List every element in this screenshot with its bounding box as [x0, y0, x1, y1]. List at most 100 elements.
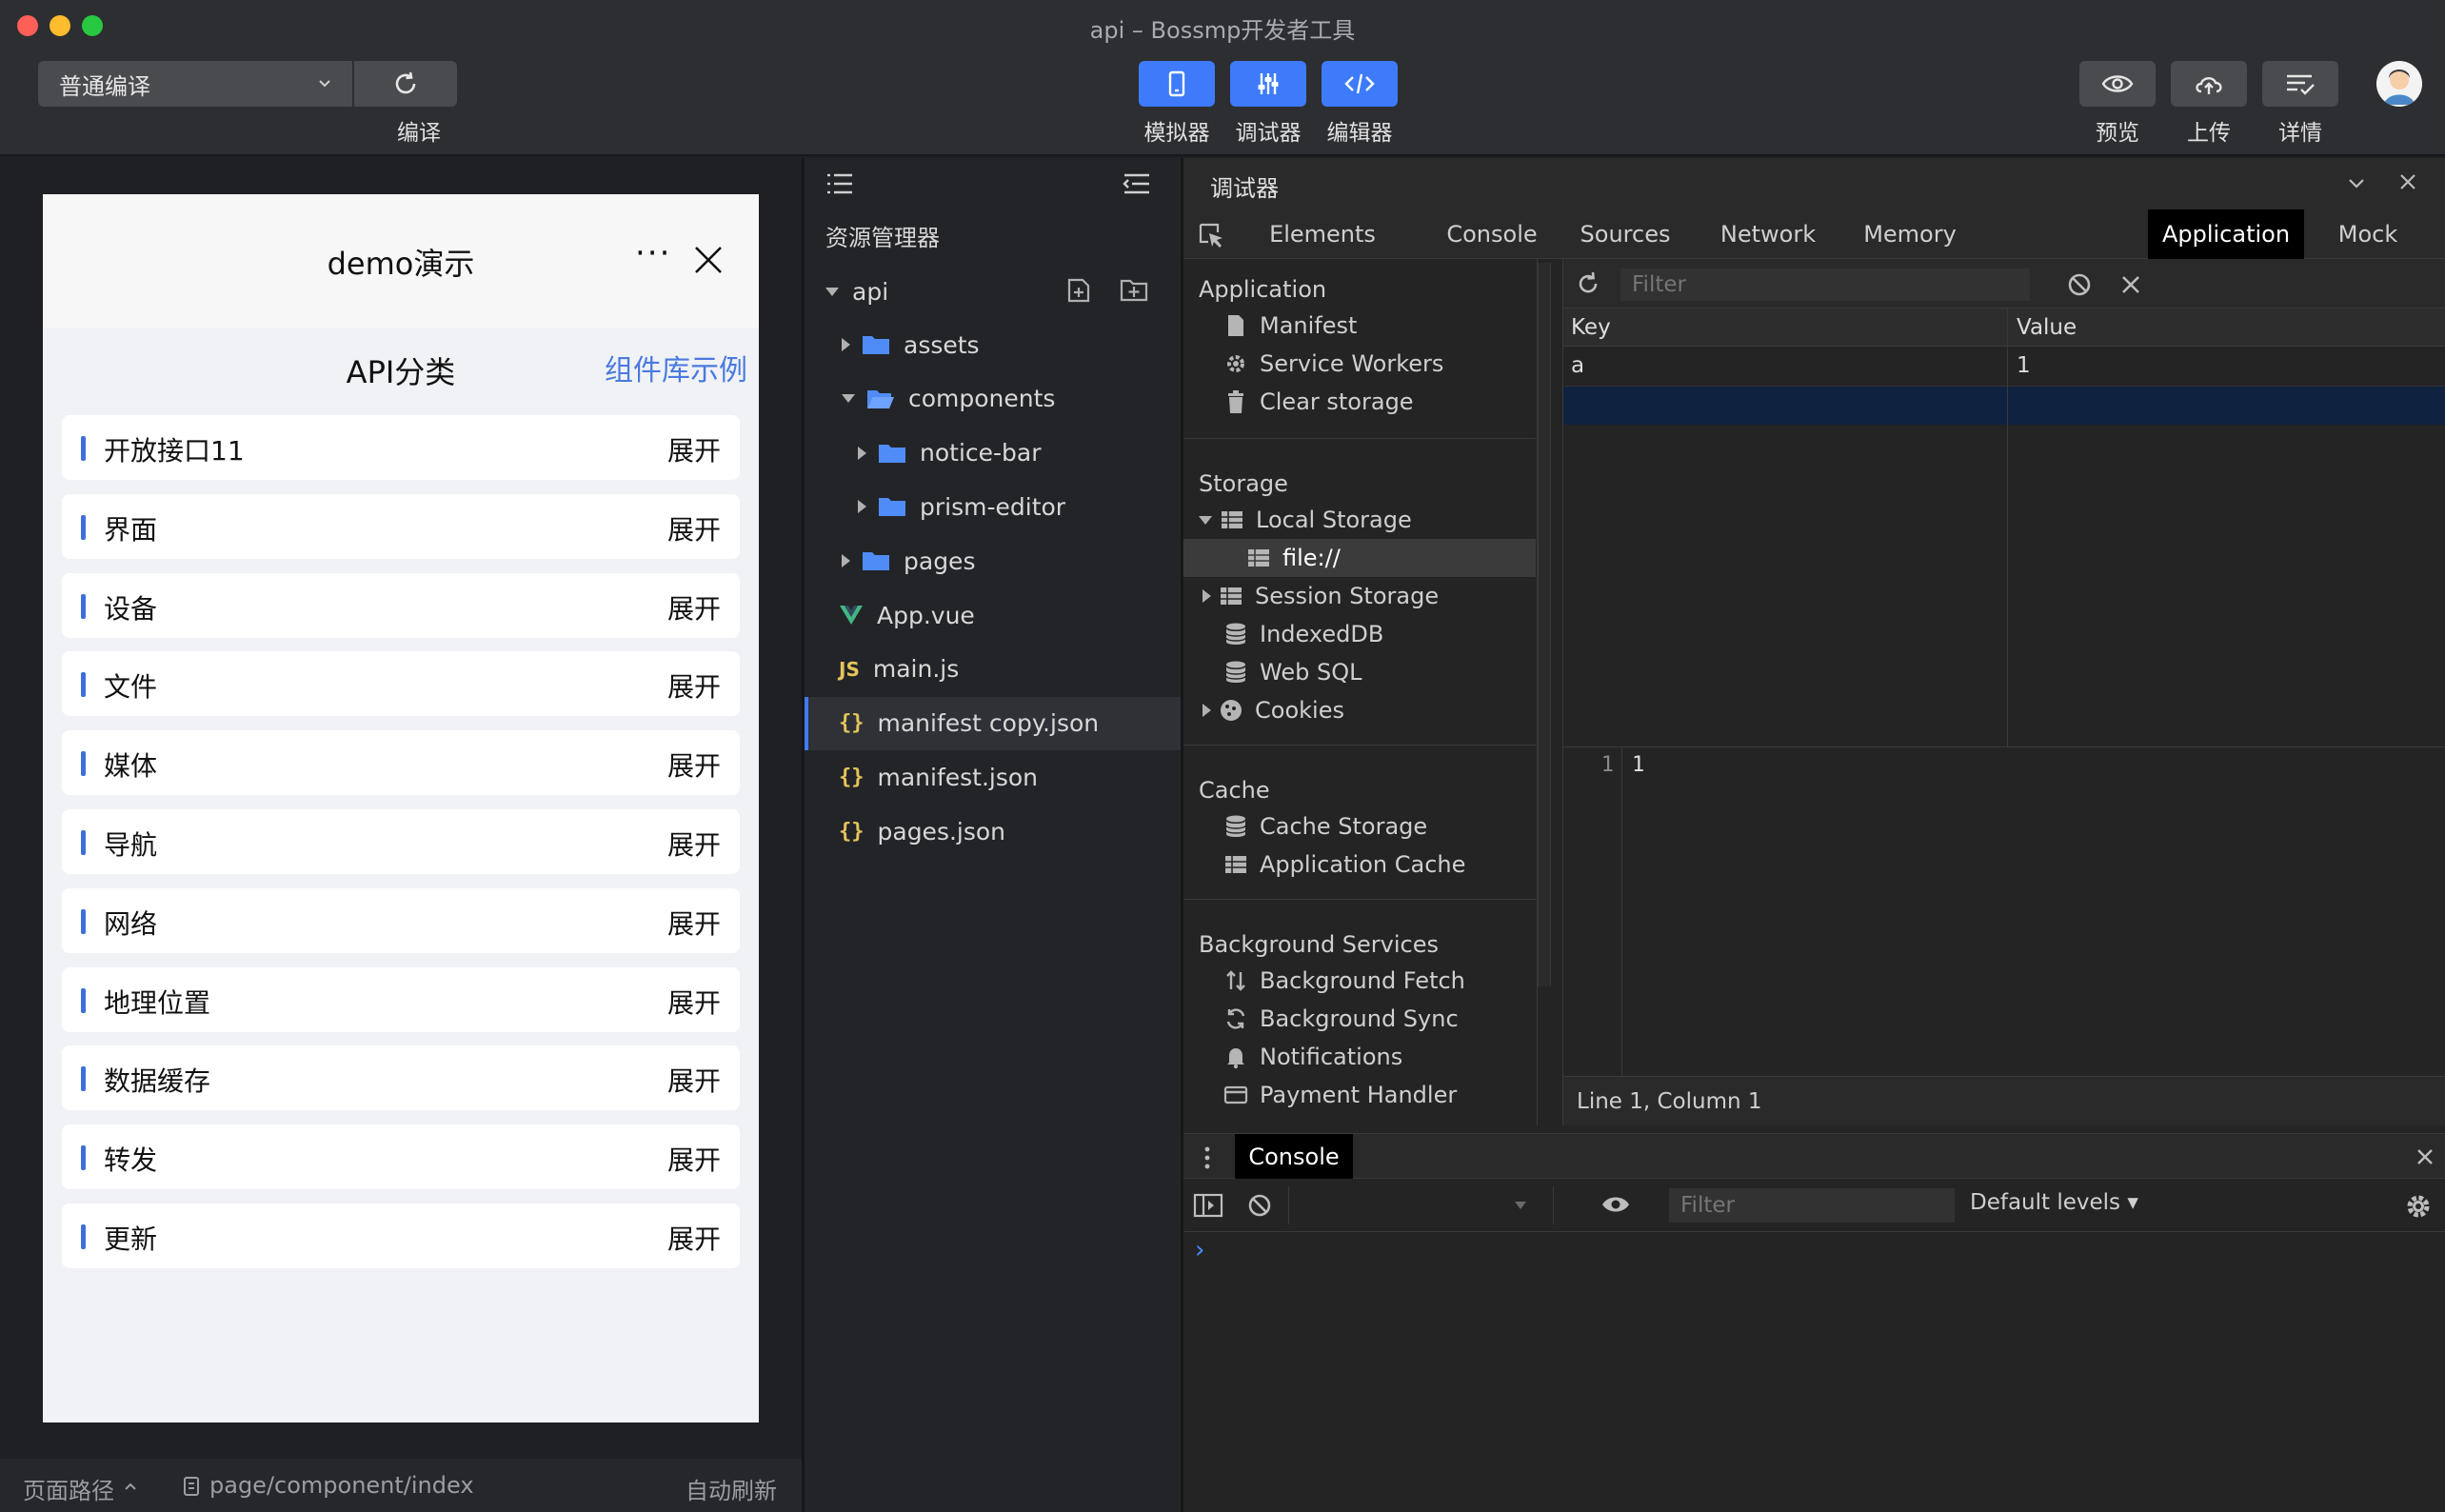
- preview-button[interactable]: [2079, 61, 2156, 107]
- api-category-row[interactable]: 地理位置 展开: [62, 966, 740, 1032]
- nav-indexeddb[interactable]: IndexedDB: [1183, 615, 1536, 653]
- delete-selected-icon[interactable]: [2119, 273, 2142, 296]
- close-icon[interactable]: [2415, 1147, 2435, 1166]
- tree-folder[interactable]: prism-editor: [805, 480, 1183, 533]
- tab-network[interactable]: Network: [1716, 209, 1820, 259]
- tree-file[interactable]: {} pages.json: [805, 805, 1183, 858]
- sidebar-scrollbar[interactable]: [1538, 263, 1551, 986]
- tree-file[interactable]: {} manifest copy.json: [805, 696, 1183, 750]
- tree-file[interactable]: App.vue: [805, 588, 1183, 642]
- caret-down-icon: [842, 394, 855, 404]
- component-library-link[interactable]: 组件库示例: [605, 347, 747, 388]
- expand-button[interactable]: 展开: [667, 430, 721, 468]
- tree-file[interactable]: {} manifest.json: [805, 750, 1183, 804]
- expand-button[interactable]: 展开: [667, 825, 721, 863]
- nav-payment-handler[interactable]: Payment Handler: [1183, 1076, 1536, 1114]
- table-row[interactable]: a 1: [1563, 347, 2445, 387]
- clear-console-icon[interactable]: [1246, 1192, 1273, 1219]
- tab-memory[interactable]: Memory: [1857, 209, 1963, 259]
- nav-background-fetch[interactable]: Background Fetch: [1183, 962, 1536, 1000]
- tree-file[interactable]: JS main.js: [805, 643, 1183, 696]
- api-category-row[interactable]: 导航 展开: [62, 809, 740, 874]
- column-divider[interactable]: [2007, 308, 2008, 746]
- console-output[interactable]: ›: [1183, 1232, 2445, 1512]
- nav-session-storage[interactable]: Session Storage: [1183, 577, 1536, 615]
- tab-console[interactable]: Console: [1440, 209, 1544, 259]
- chevron-down-icon[interactable]: [2347, 175, 2366, 190]
- column-key[interactable]: Key: [1563, 308, 2007, 347]
- nav-service-workers[interactable]: Service Workers: [1183, 345, 1536, 383]
- chevron-up-icon[interactable]: [124, 1482, 137, 1491]
- clear-all-icon[interactable]: [2066, 271, 2093, 298]
- tab-mock[interactable]: Mock: [2329, 209, 2407, 259]
- storage-filter-input[interactable]: [1620, 269, 2030, 301]
- tree-folder[interactable]: pages: [805, 534, 1183, 587]
- log-levels-select[interactable]: Default levels ▾: [1970, 1190, 2138, 1215]
- console-filter-input[interactable]: [1669, 1188, 1955, 1223]
- new-file-icon[interactable]: [1065, 276, 1092, 305]
- details-button[interactable]: [2262, 61, 2338, 107]
- auto-refresh-toggle[interactable]: 自动刷新: [686, 1472, 777, 1505]
- table-row-selected-empty[interactable]: [1563, 387, 2445, 425]
- tab-sources[interactable]: Sources: [1573, 209, 1678, 259]
- nav-file-origin[interactable]: file://: [1183, 539, 1536, 577]
- collapse-all-icon[interactable]: [1123, 171, 1151, 196]
- nav-application-cache[interactable]: Application Cache: [1183, 846, 1536, 884]
- compile-button[interactable]: [354, 61, 457, 107]
- nav-manifest[interactable]: Manifest: [1183, 307, 1536, 345]
- api-category-row[interactable]: 文件 展开: [62, 651, 740, 717]
- nav-cache-storage[interactable]: Cache Storage: [1183, 807, 1536, 846]
- api-category-row[interactable]: 媒体 展开: [62, 730, 740, 796]
- expand-button[interactable]: 展开: [667, 1061, 721, 1099]
- eye-icon[interactable]: [1600, 1194, 1631, 1215]
- compile-mode-select[interactable]: 普通编译: [38, 61, 352, 107]
- nav-cookies[interactable]: Cookies: [1183, 691, 1536, 729]
- folder-icon: [879, 444, 905, 463]
- expand-button[interactable]: 展开: [667, 746, 721, 784]
- api-category-row[interactable]: 设备 展开: [62, 572, 740, 638]
- gear-icon[interactable]: [2404, 1192, 2433, 1221]
- page-path-label[interactable]: 页面路径: [23, 1472, 114, 1505]
- expand-button[interactable]: 展开: [667, 588, 721, 627]
- drawer-tab-console[interactable]: Console: [1235, 1134, 1353, 1180]
- database-icon: [1225, 815, 1246, 837]
- more-icon[interactable]: ···: [635, 234, 671, 272]
- nav-notifications[interactable]: Notifications: [1183, 1038, 1536, 1076]
- list-icon[interactable]: [825, 171, 854, 196]
- nav-local-storage[interactable]: Local Storage: [1183, 501, 1536, 539]
- sidebar-toggle-icon[interactable]: [1193, 1192, 1223, 1219]
- api-category-row[interactable]: 更新 展开: [62, 1204, 740, 1268]
- tree-folder[interactable]: assets: [805, 318, 1183, 371]
- api-category-row[interactable]: 转发 展开: [62, 1124, 740, 1190]
- expand-button[interactable]: 展开: [667, 509, 721, 547]
- inspect-element-icon[interactable]: [1197, 221, 1225, 249]
- nav-background-sync[interactable]: Background Sync: [1183, 1000, 1536, 1038]
- expand-button[interactable]: 展开: [667, 666, 721, 705]
- expand-button[interactable]: 展开: [667, 1219, 721, 1257]
- simulator-mode-button[interactable]: [1139, 61, 1215, 107]
- nav-clear-storage[interactable]: Clear storage: [1183, 383, 1536, 421]
- api-category-row[interactable]: 界面 展开: [62, 493, 740, 559]
- expand-button[interactable]: 展开: [667, 1140, 721, 1178]
- debugger-mode-button[interactable]: [1230, 61, 1306, 107]
- api-category-row[interactable]: 数据缓存 展开: [62, 1045, 740, 1111]
- context-select[interactable]: [1300, 1186, 1543, 1224]
- expand-button[interactable]: 展开: [667, 983, 721, 1021]
- user-avatar[interactable]: [2376, 61, 2422, 107]
- tree-folder[interactable]: components: [805, 372, 1183, 426]
- kebab-menu-icon[interactable]: [1203, 1145, 1212, 1170]
- api-category-row[interactable]: 开放接口11 展开: [62, 415, 740, 480]
- tab-elements[interactable]: Elements: [1261, 209, 1384, 259]
- editor-mode-button[interactable]: [1322, 61, 1398, 107]
- new-folder-icon[interactable]: [1119, 276, 1149, 303]
- tab-application[interactable]: Application: [2148, 209, 2304, 259]
- api-category-row[interactable]: 网络 展开: [62, 887, 740, 953]
- column-value[interactable]: Value: [2009, 308, 2445, 347]
- close-icon[interactable]: [692, 244, 725, 276]
- nav-web-sql[interactable]: Web SQL: [1183, 653, 1536, 691]
- tree-folder[interactable]: notice-bar: [805, 427, 1183, 480]
- refresh-icon[interactable]: [1575, 270, 1601, 297]
- close-icon[interactable]: [2398, 172, 2417, 191]
- upload-button[interactable]: [2171, 61, 2247, 107]
- expand-button[interactable]: 展开: [667, 904, 721, 942]
